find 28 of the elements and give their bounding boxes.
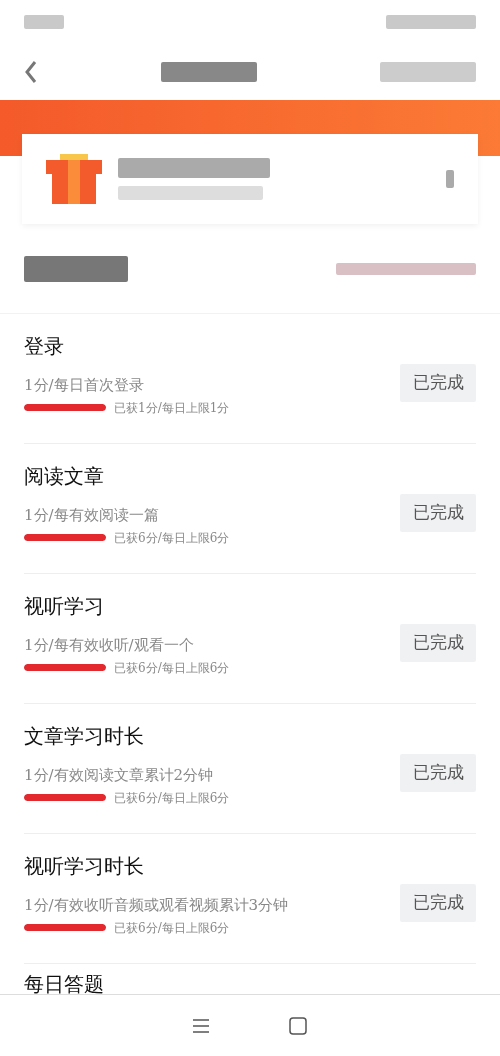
- status-button[interactable]: 已完成: [400, 364, 476, 402]
- status-button[interactable]: 已完成: [400, 884, 476, 922]
- progress-text: 已获6分/每日上限6分: [114, 659, 230, 677]
- task-description: 1分/每有效阅读一篇: [24, 505, 159, 526]
- task-description: 1分/有效阅读文章累计2分钟: [24, 765, 214, 786]
- reward-card[interactable]: [22, 134, 478, 224]
- menu-icon[interactable]: [193, 1018, 209, 1033]
- task-title: 视听学习时长: [24, 854, 144, 878]
- status-button[interactable]: 已完成: [400, 494, 476, 532]
- task-title: 文章学习时长: [24, 724, 144, 748]
- task-title: 每日答题: [24, 972, 104, 996]
- progress-text: 已获6分/每日上限6分: [114, 529, 230, 547]
- back-icon[interactable]: [24, 60, 38, 84]
- task-title: 阅读文章: [24, 464, 104, 488]
- task-description: 1分/有效收听音频或观看视频累计3分钟: [24, 895, 289, 916]
- task-description: 1分/每有效收听/观看一个: [24, 635, 194, 656]
- home-icon[interactable]: [289, 1016, 307, 1035]
- task-title: 登录: [24, 334, 64, 358]
- status-button[interactable]: 已完成: [400, 624, 476, 662]
- progress-text: 已获1分/每日上限1分: [114, 399, 230, 417]
- progress-text: 已获6分/每日上限6分: [114, 919, 230, 937]
- task-title: 视听学习: [24, 594, 104, 618]
- status-button[interactable]: 已完成: [400, 754, 476, 792]
- progress-text: 已获6分/每日上限6分: [114, 789, 230, 807]
- blurred-text: [24, 15, 64, 29]
- blurred-text: [446, 170, 454, 188]
- task-description: 1分/每日首次登录: [24, 375, 144, 396]
- gift-icon: [46, 154, 102, 204]
